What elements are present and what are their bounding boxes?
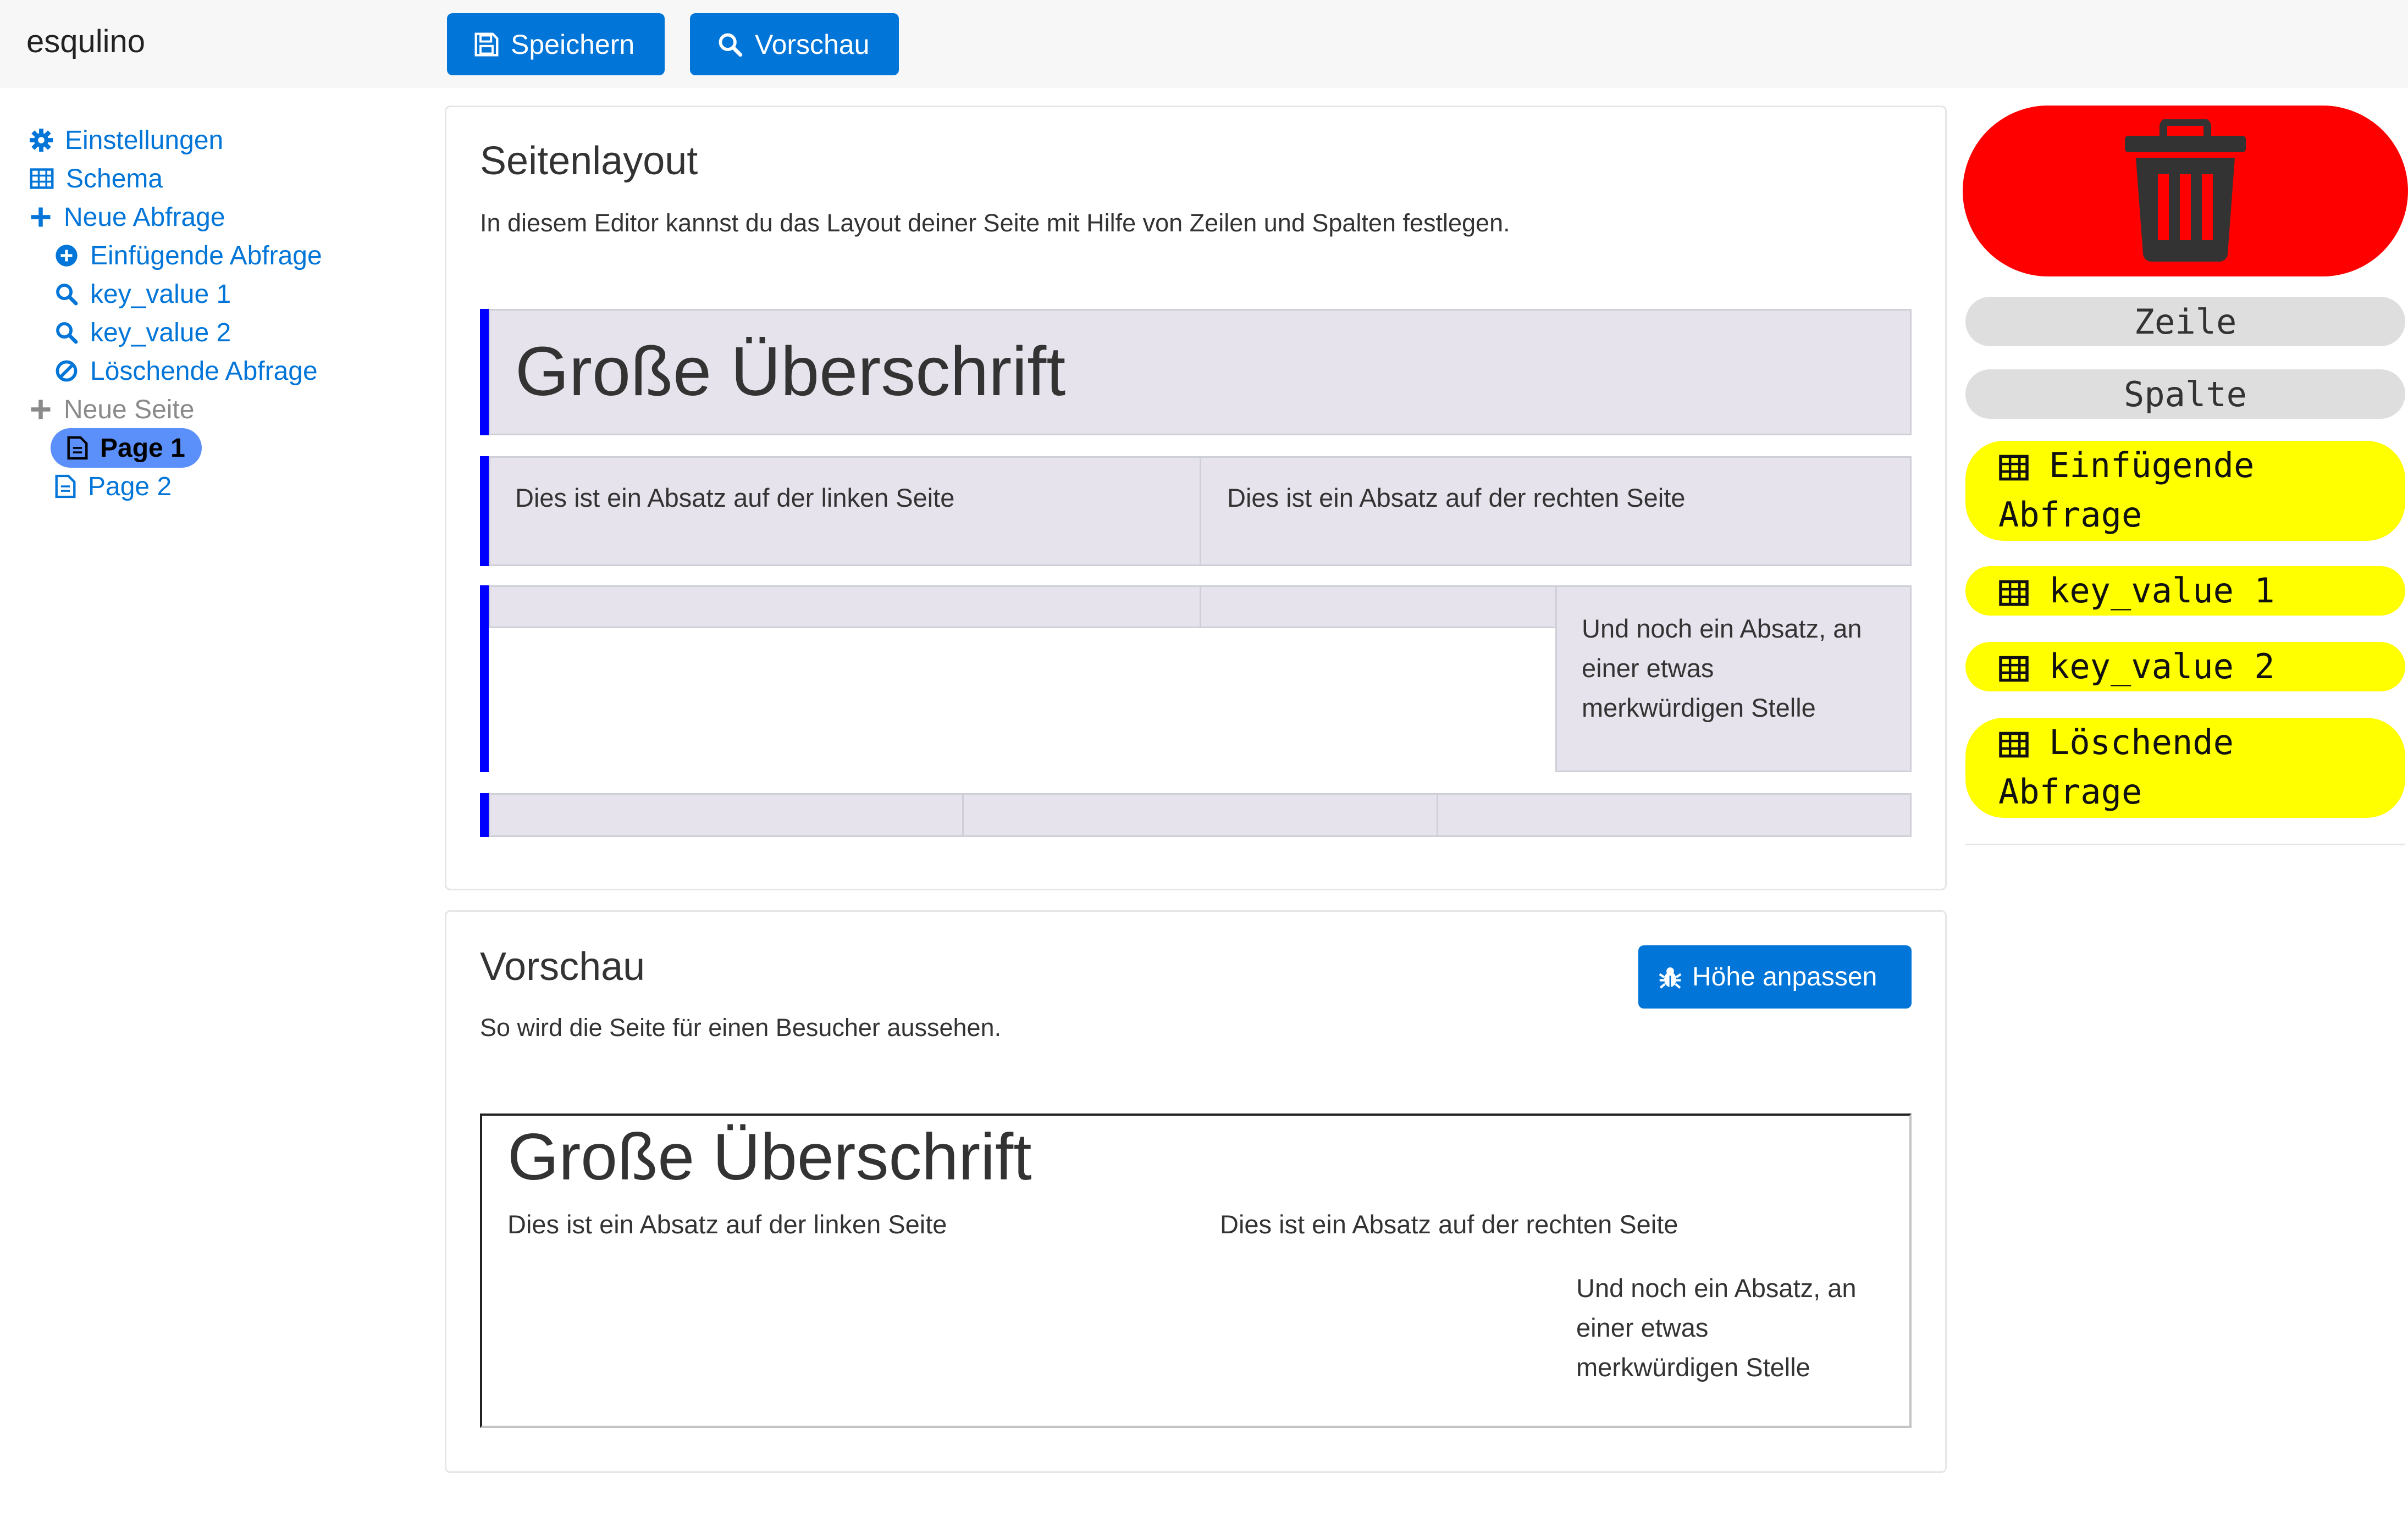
sidebar-item-label: Löschende Abfrage [90, 356, 318, 386]
paragraph-line: merkwürdigen Stelle [1576, 1353, 1810, 1382]
save-button-label: Speichern [511, 29, 635, 60]
preview-button-label: Vorschau [755, 29, 870, 60]
preview-button[interactable]: Vorschau [690, 13, 899, 75]
sidebar-item-page-1[interactable]: Page 1 [30, 428, 415, 468]
adjust-height-label: Höhe anpassen [1692, 962, 1877, 991]
sidebar-item-label: Neue Seite [64, 395, 195, 424]
plus-circle-icon [55, 244, 78, 267]
layout-column-empty[interactable] [1200, 585, 1557, 628]
paragraph-line: einer etwas [1582, 653, 1714, 683]
preview-paragraph-odd: Und noch ein Absatz, an einer etwas merk… [1576, 1268, 1857, 1387]
query-label: Abfrage [1998, 772, 2142, 812]
paragraph-widget-right[interactable]: Dies ist ein Absatz auf der rechten Seit… [1227, 483, 1685, 513]
column-drag-item[interactable]: Spalte [1965, 369, 2405, 419]
table-icon [1998, 732, 2029, 758]
sidebar-item-insert-query[interactable]: Einfügende Abfrage [30, 236, 415, 275]
sidebar-item-label: Page 1 [100, 433, 185, 463]
adjust-height-button[interactable]: Höhe anpassen [1638, 945, 1912, 1009]
preview-heading: Große Überschrift [507, 1120, 1032, 1194]
bug-icon [1658, 965, 1682, 989]
query-label: Einfügende [2049, 445, 2255, 485]
layout-column-right[interactable]: Dies ist ein Absatz auf der rechten Seit… [1200, 456, 1912, 566]
sidebar-item-label: key_value 2 [90, 318, 231, 347]
layout-column-empty[interactable] [1437, 793, 1912, 837]
preview-frame: Große Überschrift Dies ist ein Absatz au… [480, 1114, 1912, 1428]
query-key-value-2-drag-item[interactable]: key_value 2 [1965, 642, 2405, 691]
plus-icon [30, 398, 52, 420]
layout-card-description: In diesem Editor kannst du das Layout de… [480, 209, 1510, 237]
sidebar: Einstellungen Schema Neue Abfrage Einfüg… [30, 121, 415, 506]
paragraph-line: Und noch ein Absatz, an [1582, 614, 1862, 643]
query-label: key_value 1 [2049, 570, 2275, 611]
paragraph-line: einer etwas [1576, 1313, 1709, 1342]
sidebar-item-label: key_value 1 [90, 279, 231, 309]
paragraph-widget-left[interactable]: Dies ist ein Absatz auf der linken Seite [515, 483, 954, 513]
layout-column-empty[interactable] [962, 793, 1438, 837]
plus-icon [30, 206, 52, 228]
sidebar-item-schema[interactable]: Schema [30, 159, 415, 198]
query-key-value-1-drag-item[interactable]: key_value 1 [1965, 566, 2405, 616]
floppy-icon [474, 32, 499, 57]
sidebar-item-label: Schema [66, 164, 163, 193]
row-marker[interactable] [480, 585, 489, 772]
paragraph-line: Und noch ein Absatz, an [1576, 1273, 1857, 1303]
query-label: key_value 2 [2049, 646, 2275, 686]
sidebar-item-label: Einstellungen [65, 125, 224, 155]
layout-card-title: Seitenlayout [480, 139, 698, 183]
search-icon [55, 282, 78, 306]
query-label: Abfrage [1998, 495, 2142, 535]
active-page-pill[interactable]: Page 1 [51, 428, 202, 468]
preview-card-description: So wird die Seite für einen Besucher aus… [480, 1013, 1002, 1042]
layout-row-heading[interactable]: Große Überschrift [489, 309, 1912, 435]
paragraph-line: merkwürdigen Stelle [1582, 693, 1816, 722]
palette-divider [1965, 844, 2405, 845]
brand-logo[interactable]: esqulino [26, 23, 145, 60]
sidebar-item-page-2[interactable]: Page 2 [30, 467, 415, 506]
layout-column-empty[interactable] [489, 585, 1201, 628]
query-delete-drag-item[interactable]: Löschende Abfrage [1965, 718, 2405, 818]
sidebar-item-delete-query[interactable]: Löschende Abfrage [30, 352, 415, 390]
trash-drop-zone[interactable] [1963, 106, 2408, 276]
trash-icon [2119, 119, 2251, 262]
row-drag-item[interactable]: Zeile [1965, 297, 2405, 346]
preview-paragraph-right: Dies ist ein Absatz auf der rechten Seit… [1220, 1210, 1678, 1239]
preview-card-title: Vorschau [480, 945, 645, 989]
sidebar-item-new-query[interactable]: Neue Abfrage [30, 198, 415, 236]
save-button[interactable]: Speichern [447, 13, 665, 75]
sidebar-item-label: Neue Abfrage [64, 202, 225, 232]
ban-icon [55, 359, 78, 383]
table-icon [1998, 580, 2029, 606]
preview-paragraph-left: Dies ist ein Absatz auf der linken Seite [507, 1210, 947, 1239]
top-bar [0, 0, 2408, 88]
sidebar-item-key-value-2[interactable]: key_value 2 [30, 313, 415, 352]
search-icon [55, 321, 78, 344]
row-marker[interactable] [480, 456, 489, 566]
row-marker[interactable] [480, 309, 489, 435]
layout-column-left[interactable]: Dies ist ein Absatz auf der linken Seite [489, 456, 1201, 566]
gear-icon [30, 129, 53, 152]
table-icon [1998, 656, 2029, 682]
sidebar-item-new-page[interactable]: Neue Seite [30, 390, 415, 429]
paragraph-widget-odd[interactable]: Und noch ein Absatz, an einer etwas merk… [1582, 609, 1862, 728]
layout-column-odd[interactable]: Und noch ein Absatz, an einer etwas merk… [1555, 585, 1912, 772]
sidebar-item-label: Page 2 [88, 472, 172, 501]
row-marker[interactable] [480, 793, 489, 837]
sidebar-item-label: Einfügende Abfrage [90, 241, 322, 270]
table-icon [1998, 455, 2029, 481]
layout-column-empty[interactable] [489, 793, 964, 837]
file-icon [67, 436, 88, 460]
search-icon [717, 32, 743, 57]
file-icon [55, 474, 76, 498]
heading-widget[interactable]: Große Überschrift [515, 331, 1065, 411]
sidebar-item-key-value-1[interactable]: key_value 1 [30, 275, 415, 313]
table-icon [30, 168, 54, 190]
query-label: Löschende [2049, 722, 2234, 762]
sidebar-item-settings[interactable]: Einstellungen [30, 121, 415, 159]
query-insert-drag-item[interactable]: Einfügende Abfrage [1965, 441, 2405, 541]
